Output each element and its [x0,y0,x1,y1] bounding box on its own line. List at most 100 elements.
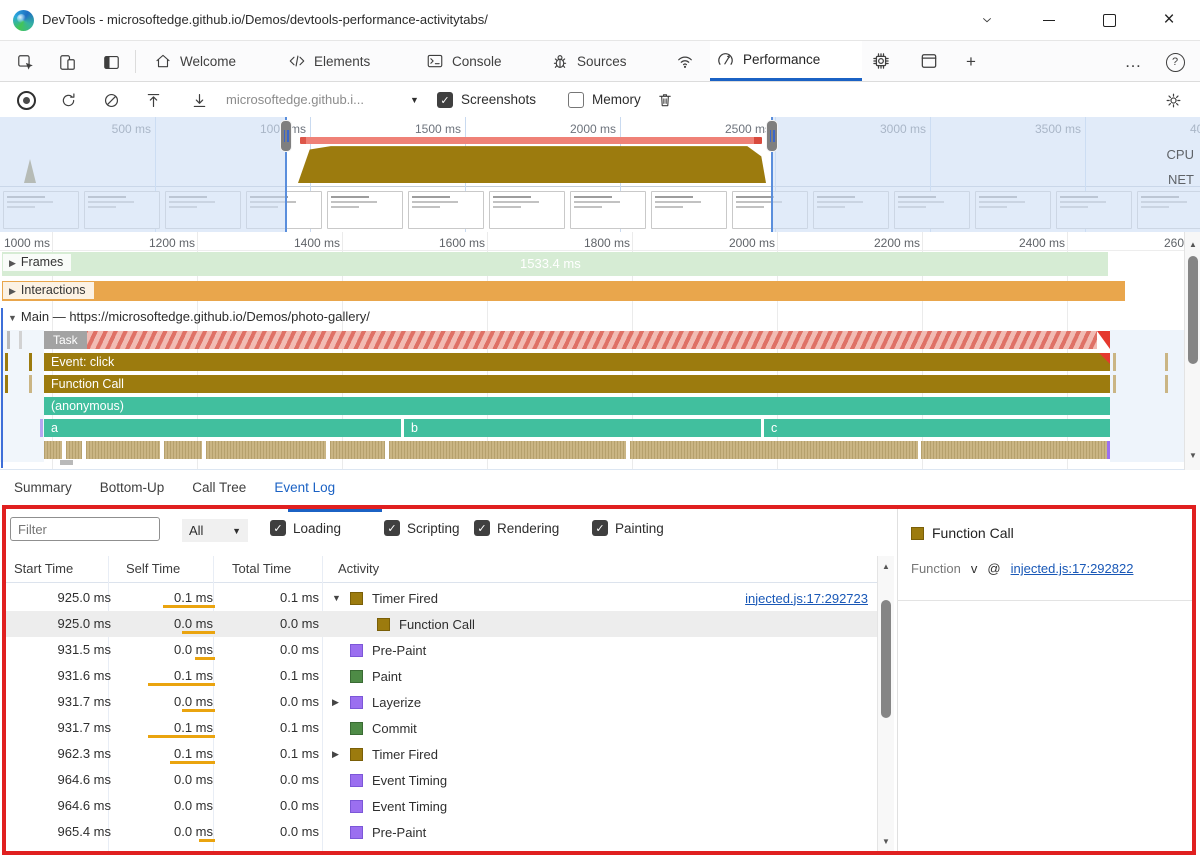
screenshot-thumbnail[interactable] [570,191,646,229]
maximize-button[interactable] [1092,4,1126,36]
column-start-time[interactable]: Start Time [14,561,73,576]
column-activity[interactable]: Activity [338,561,379,576]
selection-left-handle[interactable] [280,120,292,152]
column-total-time[interactable]: Total Time [232,561,291,576]
loading-checkbox[interactable]: ✓ [270,520,286,536]
application-panel-button[interactable] [916,48,942,74]
more-tools-button[interactable]: … [1120,49,1146,75]
screenshot-thumbnail[interactable] [408,191,484,229]
screenshots-checkbox[interactable]: ✓ [437,92,453,108]
flame-bar-child[interactable] [630,441,918,459]
flame-bar-child[interactable] [389,441,626,459]
column-self-time[interactable]: Self Time [126,561,180,576]
event-log-row[interactable]: 964.6 ms 0.0 ms 0.0 ms Event Timing [6,767,877,793]
event-log-row[interactable]: 931.6 ms 0.1 ms 0.1 ms Paint [6,663,877,689]
table-scrollbar[interactable]: ▲ ▼ [877,556,894,851]
activity-bar-toggle-button[interactable] [98,49,124,75]
event-log-row[interactable] [6,845,877,851]
inspect-button[interactable] [12,49,38,75]
event-log-row[interactable]: 931.5 ms 0.0 ms 0.0 ms Pre-Paint [6,637,877,663]
flame-bar-event-click[interactable]: Event: click [44,353,1110,371]
screenshot-thumbnail[interactable] [651,191,727,229]
bottom-tab-summary[interactable]: Summary [14,480,72,495]
event-log-row[interactable]: 965.4 ms 0.0 ms 0.0 ms Pre-Paint [6,819,877,845]
event-log-row[interactable]: 931.7 ms 0.1 ms 0.1 ms Commit [6,715,877,741]
flame-bar-b[interactable]: b [404,419,761,437]
bottom-tab-bottom-up[interactable]: Bottom-Up [100,480,165,495]
category-filter-loading[interactable]: ✓ Loading [270,520,341,536]
bottom-tab-call-tree[interactable]: Call Tree [192,480,246,495]
screenshot-thumbnail[interactable] [489,191,565,229]
tab-welcome[interactable]: Welcome [148,41,242,81]
interactions-track-bar[interactable] [2,281,1125,301]
flame-bar-function-call[interactable]: Function Call [44,375,1110,393]
flame-bar-task[interactable] [44,331,1097,349]
flame-bar-child[interactable] [206,441,326,459]
flame-bar-child[interactable] [86,441,160,459]
filter-input[interactable] [10,517,160,541]
record-button[interactable] [13,87,39,113]
source-link[interactable]: injected.js:17:292723 [745,591,873,606]
event-log-row[interactable]: 925.0 ms 0.0 ms 0.0 ms Function Call [6,611,877,637]
capture-settings-button[interactable] [1160,87,1186,113]
flame-bar-child[interactable] [330,441,385,459]
event-log-row[interactable]: 964.6 ms 0.0 ms 0.0 ms Event Timing [6,793,877,819]
flame-bar-child[interactable] [44,441,62,459]
help-button[interactable]: ? [1162,49,1188,75]
selection-right-handle[interactable] [766,120,778,152]
tab-sources[interactable]: Sources [545,41,633,81]
event-log-row[interactable]: 962.3 ms 0.1 ms 0.1 ms ▶ Timer Fired [6,741,877,767]
rendering-checkbox[interactable]: ✓ [474,520,490,536]
flame-scrollbar[interactable]: ▲ ▼ [1184,232,1200,470]
row-expander-icon[interactable]: ▼ [332,593,350,603]
painting-checkbox[interactable]: ✓ [592,520,608,536]
profile-dropdown-arrow-icon[interactable]: ▼ [410,95,419,105]
scroll-up-icon[interactable]: ▲ [1185,240,1200,249]
scrollbar-thumb[interactable] [1188,256,1198,364]
memory-checkbox[interactable] [568,92,584,108]
category-filter-dropdown[interactable]: All ▼ [182,519,248,542]
close-button[interactable]: × [1152,4,1186,36]
event-log-row[interactable]: 931.7 ms 0.0 ms 0.0 ms ▶ Layerize [6,689,877,715]
timeline-flame-view[interactable]: 1533.4 ms ▶ Frames ▶ Interactions ▼ Main — … [0,232,1200,470]
row-expander-icon[interactable]: ▶ [332,697,350,708]
bottom-tab-event-log[interactable]: Event Log [274,480,335,495]
minimize-button[interactable] [1032,4,1066,36]
category-filter-painting[interactable]: ✓ Painting [592,520,664,536]
timeline-overview[interactable]: CPU NET 500 ms1000 ms1500 ms2000 ms2500 … [0,117,1200,232]
add-tab-button[interactable]: + [958,49,984,75]
flame-bar-child[interactable] [66,441,82,459]
tab-elements[interactable]: Elements [282,41,376,81]
main-thread-track-header[interactable]: ▼ Main — https://microsoftedge.github.io/… [8,309,370,324]
window-chevron-button[interactable] [970,4,1004,36]
reload-and-record-button[interactable] [55,87,81,113]
scroll-down-icon[interactable]: ▼ [878,837,894,846]
flame-bar-child[interactable] [164,441,202,459]
load-profile-button[interactable] [140,87,166,113]
frames-track-header[interactable]: ▶ Frames [3,254,72,271]
profile-history-select[interactable]: microsoftedge.github.i... [226,92,364,107]
save-profile-button[interactable] [186,87,212,113]
garbage-collect-button[interactable] [652,87,678,113]
row-expander-icon[interactable]: ▶ [332,749,350,760]
source-link[interactable]: injected.js:17:292822 [1011,561,1134,576]
flame-bar-a[interactable]: a [44,419,401,437]
flame-bar-c[interactable]: c [764,419,1110,437]
flame-bar-anonymous[interactable]: (anonymous) [44,397,1110,415]
cpu-panel-button[interactable] [868,48,894,74]
scroll-up-icon[interactable]: ▲ [878,562,894,571]
interactions-track-header[interactable]: ▶ Interactions [3,282,94,299]
network-conditions-button[interactable] [672,48,698,74]
scroll-down-icon[interactable]: ▼ [1185,451,1200,460]
device-emulation-button[interactable] [54,49,80,75]
clear-recording-button[interactable] [98,87,124,113]
scrollbar-thumb[interactable] [881,600,891,718]
event-log-row[interactable]: 925.0 ms 0.1 ms 0.1 ms ▼ Timer Fired injected… [6,585,877,611]
screenshot-thumbnail[interactable] [327,191,403,229]
category-filter-scripting[interactable]: ✓ Scripting [384,520,460,536]
category-filter-rendering[interactable]: ✓ Rendering [474,520,559,536]
scripting-checkbox[interactable]: ✓ [384,520,400,536]
tab-console[interactable]: Console [420,41,508,81]
tab-performance[interactable]: Performance [710,41,862,81]
flame-bar-child[interactable] [921,441,1110,459]
